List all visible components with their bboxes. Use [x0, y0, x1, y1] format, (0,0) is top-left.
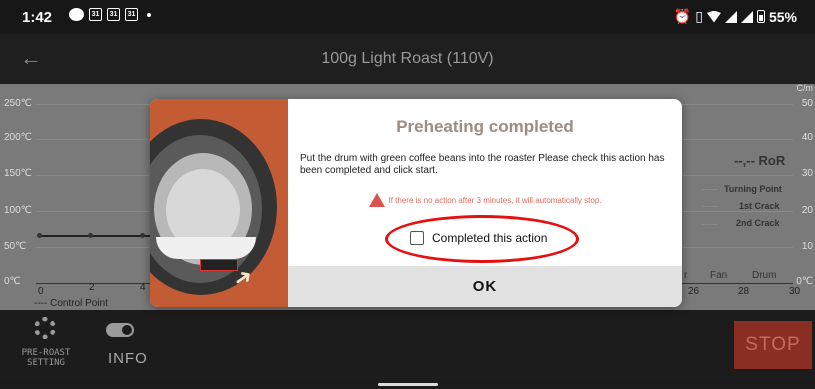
warning-row: If there is no action after 3 minutes, i… [288, 193, 682, 207]
dialog-message: Put the drum with green coffee beans int… [300, 153, 665, 176]
control-point[interactable] [88, 233, 93, 238]
warning-icon [368, 193, 385, 207]
alarm-icon: ⏰ [673, 8, 692, 24]
warning-text: If there is no action after 3 minutes, i… [388, 195, 602, 205]
x-tick: 4 [140, 282, 146, 293]
stop-button[interactable]: STOP [734, 321, 812, 369]
y-tick-left: 100℃ [4, 205, 32, 216]
legend-turning-point: Turning Point [724, 184, 782, 194]
legend-line [702, 224, 718, 225]
pre-roast-setting-button[interactable]: PRE-ROAST SETTING [20, 348, 72, 368]
calendar-icon: 31 [125, 8, 138, 21]
x-tick: 0 [38, 286, 44, 297]
status-bar: 1:42 31 31 31 ⏰ ▯ 55% [0, 0, 815, 34]
page-title: 100g Light Roast (110V) [321, 50, 494, 67]
system-icons: ⏰ ▯ 55% [674, 8, 797, 25]
legend-first-crack: 1st Crack [739, 201, 780, 211]
x-tick: 2 [89, 282, 95, 293]
y-tick-right: 10 [801, 241, 813, 252]
legend-line [702, 206, 718, 207]
y-tick-right: 50 [801, 98, 813, 109]
notification-icons: 31 31 31 [69, 8, 151, 21]
ror-readout: --,-- RoR [734, 153, 786, 168]
gear-icon[interactable] [34, 317, 56, 339]
dot-icon [147, 12, 151, 17]
dialog-title: Preheating completed [396, 117, 574, 136]
calendar-icon: 31 [107, 8, 120, 21]
drum-label: Drum [752, 270, 777, 281]
calendar-icon: 31 [89, 8, 102, 21]
fan-label: Fan [710, 270, 728, 281]
x-tick: 26 [688, 286, 700, 297]
y-tick-left: 0℃ [4, 276, 21, 287]
gesture-nav-handle[interactable] [378, 383, 438, 386]
info-button[interactable]: INFO [108, 350, 148, 367]
control-point[interactable] [140, 233, 145, 238]
control-point[interactable] [37, 233, 42, 238]
y-tick-left: 50℃ [4, 241, 27, 252]
bottom-label-partial: r [684, 270, 688, 281]
signal-icon [740, 10, 753, 23]
y-axis-unit-right: C/m [796, 83, 814, 93]
control-point-legend: ---- Control Point [34, 298, 108, 309]
y-tick-left: 200℃ [4, 132, 32, 143]
x-tick: 28 [738, 286, 750, 297]
y-tick-right: 20 [801, 205, 813, 216]
message-icon [69, 8, 84, 21]
legend-second-crack: 2nd Crack [736, 218, 780, 228]
y-tick-right: 30 [801, 168, 813, 179]
app-bar: ← 100g Light Roast (110V) [0, 34, 815, 84]
x-tick: 30 [789, 286, 801, 297]
drum-illustration: ➜ [150, 99, 288, 307]
legend-line [702, 189, 718, 190]
y-tick-left: 250℃ [4, 98, 32, 109]
bottom-toolbar: PRE-ROAST SETTING INFO STOP [0, 310, 815, 381]
signal-icon [724, 10, 737, 23]
annotation-circle [385, 215, 579, 263]
battery-icon [756, 10, 765, 23]
wifi-icon [706, 10, 721, 23]
y-tick-right: 40 [801, 132, 813, 143]
y-tick-left: 150℃ [4, 168, 32, 179]
drum-tray [156, 237, 256, 259]
vibrate-icon: ▯ [695, 8, 703, 24]
clock: 1:42 [22, 9, 53, 26]
toggle-icon[interactable] [106, 323, 134, 337]
preheating-dialog: ➜ Preheating completed Put the drum with… [150, 99, 682, 307]
battery-percent: 55% [768, 8, 797, 25]
ok-button[interactable]: OK [288, 266, 682, 307]
